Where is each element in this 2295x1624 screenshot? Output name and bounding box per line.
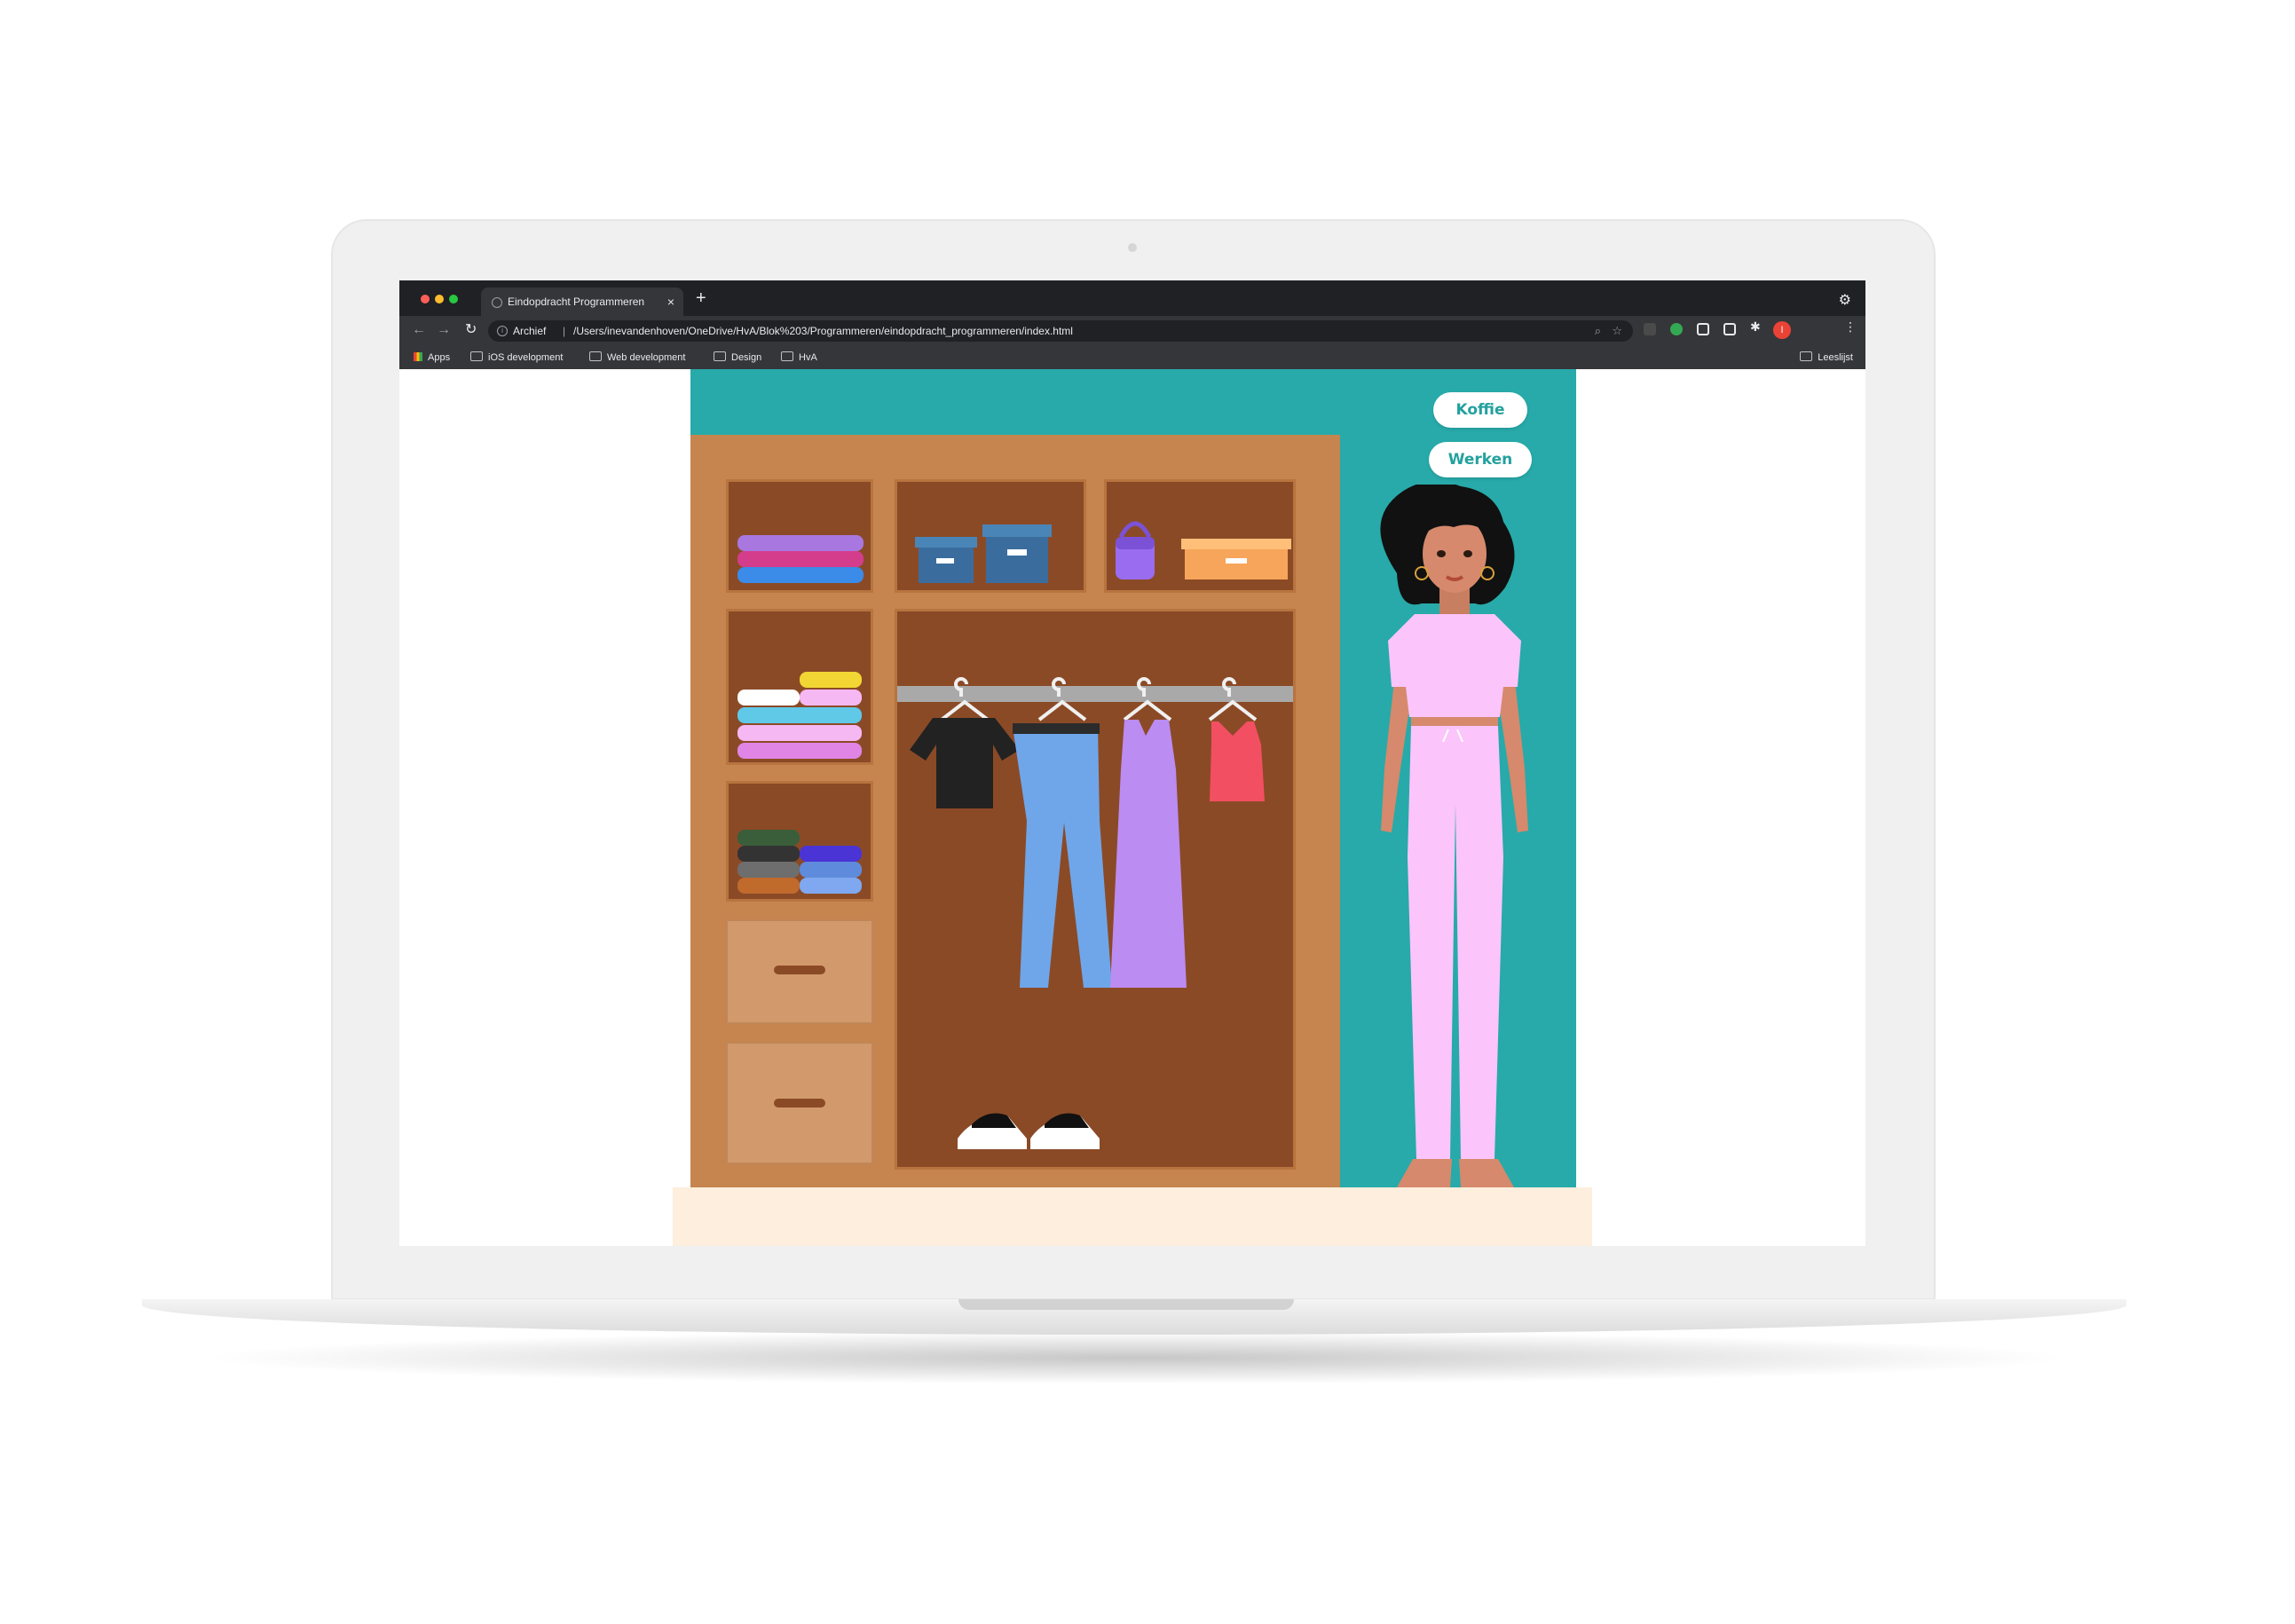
- drawer-handle: [774, 1099, 825, 1108]
- webcam: [1128, 243, 1137, 252]
- folder-icon: [714, 351, 726, 361]
- close-window-button[interactable]: [421, 295, 430, 304]
- folded-clothes: [737, 830, 800, 846]
- page-content: Koffie Werken: [399, 369, 1865, 1246]
- handbag-and-box: [1116, 521, 1291, 579]
- folded-clothes: [737, 743, 862, 759]
- back-button[interactable]: ←: [412, 321, 426, 339]
- dressing-room-scene: Koffie Werken: [690, 369, 1576, 1187]
- bookmark-item[interactable]: HvA: [781, 346, 817, 369]
- bookmark-label: iOS development: [488, 352, 564, 363]
- bookmark-label: HvA: [799, 352, 817, 363]
- folder-icon: [781, 351, 793, 361]
- extension-icon[interactable]: [1644, 323, 1656, 335]
- puzzle-icon[interactable]: ✱: [1750, 319, 1763, 334]
- drawer-top[interactable]: [726, 919, 873, 1024]
- extension-icon[interactable]: [1723, 323, 1736, 335]
- folded-clothes: [737, 551, 864, 567]
- storage-boxes: [915, 524, 1052, 583]
- browser-tab[interactable]: Eindopdracht Programmeren ×: [481, 288, 683, 316]
- reload-button[interactable]: ↻: [465, 321, 477, 339]
- bookmark-star-icon[interactable]: ☆: [1612, 320, 1622, 342]
- bookmark-label: Design: [731, 352, 762, 363]
- zoom-icon[interactable]: ⌕: [1595, 320, 1601, 342]
- folded-clothes: [737, 846, 800, 862]
- browser-tab-bar: Eindopdracht Programmeren × + ⚙: [399, 280, 1865, 316]
- drawer-bottom[interactable]: [726, 1042, 873, 1164]
- reading-list[interactable]: Leeslijst: [1800, 346, 1853, 369]
- globe-icon: [492, 297, 502, 308]
- folded-clothes: [737, 878, 800, 894]
- info-icon[interactable]: i: [497, 326, 508, 336]
- folded-clothes: [737, 862, 800, 878]
- shelf-folded: [726, 781, 873, 902]
- bookmark-item[interactable]: Web development: [589, 346, 685, 369]
- minimize-window-button[interactable]: [435, 295, 444, 304]
- menu-icon[interactable]: ⋮: [1844, 319, 1857, 335]
- reading-list-icon: [1800, 351, 1813, 361]
- shelf-boxes: [895, 479, 1086, 593]
- extension-icon[interactable]: [1697, 323, 1709, 335]
- wardrobe: [690, 435, 1340, 1187]
- laptop-screen: Eindopdracht Programmeren × + ⚙ ← → ↻ i …: [399, 280, 1865, 1246]
- folded-clothes: [737, 690, 800, 706]
- folded-clothes: [800, 878, 862, 894]
- tab-title: Eindopdracht Programmeren: [508, 296, 645, 308]
- maximize-window-button[interactable]: [449, 295, 458, 304]
- settings-icon[interactable]: ⚙: [1839, 291, 1851, 309]
- folded-clothes: [737, 725, 862, 741]
- reading-list-label: Leeslijst: [1818, 352, 1853, 363]
- laptop-notch: [958, 1299, 1294, 1310]
- bookmarks-bar: Apps iOS development Web development Des…: [399, 346, 1865, 370]
- bookmark-item[interactable]: iOS development: [470, 346, 563, 369]
- folded-clothes: [800, 690, 862, 706]
- new-tab-button[interactable]: +: [696, 286, 706, 311]
- avatar-figure: [1380, 485, 1528, 1187]
- address-bar[interactable]: i Archief | /Users/inevandenhoven/OneDri…: [488, 320, 1633, 342]
- folded-clothes: [800, 672, 862, 688]
- floor: [673, 1187, 1592, 1246]
- tab-close-icon[interactable]: ×: [667, 288, 674, 316]
- shelf-sweaters: [726, 479, 873, 593]
- folded-clothes: [737, 535, 864, 551]
- bookmark-item[interactable]: Apps: [414, 346, 450, 369]
- hanging-clothes: [897, 677, 1293, 1149]
- werken-button[interactable]: Werken: [1429, 442, 1532, 477]
- koffie-button[interactable]: Koffie: [1433, 392, 1527, 428]
- hanging-section: [895, 609, 1296, 1170]
- profile-avatar[interactable]: I: [1773, 321, 1791, 339]
- bookmark-item[interactable]: Design: [714, 346, 761, 369]
- url-separator: |: [563, 325, 566, 337]
- shelf-tshirts: [726, 609, 873, 765]
- folded-clothes: [800, 862, 862, 878]
- folder-icon: [589, 351, 602, 361]
- folded-clothes: [737, 707, 862, 723]
- shelf-accessories: [1104, 479, 1296, 593]
- extension-icon[interactable]: [1670, 323, 1683, 335]
- url-text[interactable]: /Users/inevandenhoven/OneDrive/HvA/Blok%…: [573, 320, 1073, 342]
- apps-icon: [414, 352, 422, 361]
- folded-clothes: [800, 846, 862, 862]
- forward-button[interactable]: →: [437, 321, 451, 339]
- bookmark-label: Apps: [428, 352, 451, 363]
- bookmark-label: Web development: [607, 352, 686, 363]
- folder-icon: [470, 351, 483, 361]
- browser-toolbar: ← → ↻ i Archief | /Users/inevandenhoven/…: [399, 316, 1865, 346]
- drawer-handle: [774, 966, 825, 974]
- laptop-shadow: [195, 1331, 2077, 1384]
- folded-clothes: [737, 567, 864, 583]
- security-label: Archief: [513, 325, 547, 337]
